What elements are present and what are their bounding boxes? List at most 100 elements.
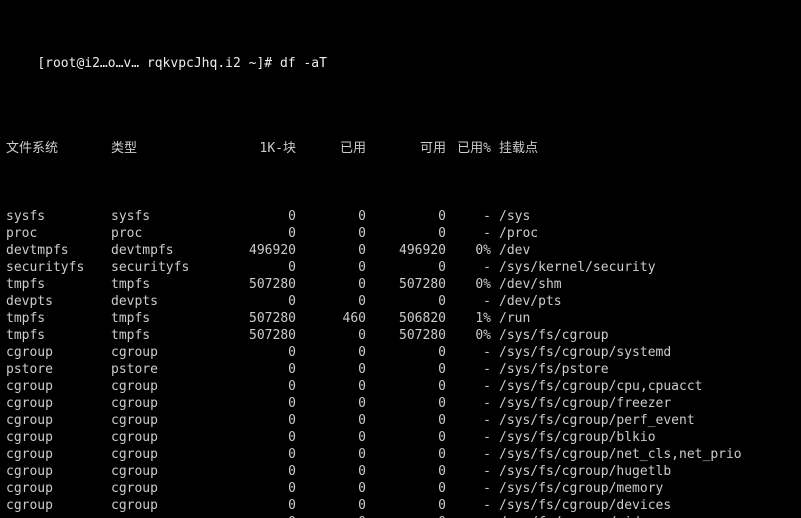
cell-use-pct: - [446,361,491,378]
cell-filesystem: proc [6,225,111,242]
cell-mount: /sys/fs/cgroup/net_cls,net_prio [491,446,742,463]
cell-1k-blocks: 0 [216,497,296,514]
table-row: securityfssecurityfs000-/sys/kernel/secu… [6,259,795,276]
cell-1k-blocks: 0 [216,361,296,378]
table-row: cgroupcgroup000-/sys/fs/cgroup/memory [6,480,795,497]
cell-type: cgroup [111,395,216,412]
cell-type: cgroup [111,463,216,480]
cell-1k-blocks: 0 [216,480,296,497]
cell-use-pct: - [446,514,491,518]
cell-use-pct: - [446,259,491,276]
cell-mount: /run [491,310,530,327]
cell-mount: /sys/fs/pstore [491,361,609,378]
cell-type: pstore [111,361,216,378]
cell-mount: /sys/fs/cgroup/systemd [491,344,671,361]
cell-avail: 0 [366,395,446,412]
cell-mount: /sys/fs/cgroup/perf_event [491,412,695,429]
prompt-user-host: [root@i2…o…v… rqkvpcJhq.i2 ~]# [37,56,272,71]
cell-filesystem: cgroup [6,480,111,497]
cell-1k-blocks: 0 [216,259,296,276]
hdr-used: 已用 [296,140,366,157]
cell-mount: /sys/fs/cgroup/hugetlb [491,463,671,480]
cell-used: 0 [296,480,366,497]
hdr-filesystem: 文件系统 [6,140,111,157]
cell-use-pct: - [446,497,491,514]
cell-avail: 0 [366,480,446,497]
hdr-type: 类型 [111,140,216,157]
cell-type: cgroup [111,344,216,361]
cell-used: 0 [296,514,366,518]
cell-used: 0 [296,497,366,514]
cell-1k-blocks: 0 [216,514,296,518]
cell-filesystem: sysfs [6,208,111,225]
cell-filesystem: cgroup [6,344,111,361]
table-row: cgroupcgroup000-/sys/fs/cgroup/hugetlb [6,463,795,480]
table-row: cgroupcgroup000-/sys/fs/cgroup/blkio [6,429,795,446]
hdr-mount: 挂载点 [491,140,538,157]
cell-used: 0 [296,446,366,463]
cell-mount: /sys/fs/cgroup/cpu,cpuacct [491,378,703,395]
cell-filesystem: tmpfs [6,327,111,344]
cell-avail: 0 [366,514,446,518]
cell-used: 0 [296,361,366,378]
cell-used: 0 [296,378,366,395]
cell-avail: 0 [366,378,446,395]
prompt-command: df -aT [280,56,327,71]
cell-avail: 0 [366,293,446,310]
cell-type: devtmpfs [111,242,216,259]
table-row: devtmpfsdevtmpfs49692004969200%/dev [6,242,795,259]
cell-avail: 507280 [366,276,446,293]
cell-type: proc [111,225,216,242]
cell-avail: 507280 [366,327,446,344]
cell-1k-blocks: 0 [216,208,296,225]
cell-1k-blocks: 507280 [216,276,296,293]
table-row: cgroupcgroup000-/sys/fs/cgroup/devices [6,497,795,514]
cell-use-pct: - [446,429,491,446]
cell-type: cgroup [111,514,216,518]
cell-mount: /sys/fs/cgroup/pids [491,514,648,518]
cell-type: tmpfs [111,327,216,344]
cell-mount: /sys [491,208,530,225]
table-row: sysfssysfs000-/sys [6,208,795,225]
cell-use-pct: - [446,344,491,361]
table-row: tmpfstmpfs50728005072800%/sys/fs/cgroup [6,327,795,344]
cell-avail: 0 [366,463,446,480]
cell-mount: /sys/fs/cgroup [491,327,609,344]
hdr-1k-blocks: 1K-块 [216,140,296,157]
cell-type: sysfs [111,208,216,225]
cell-filesystem: cgroup [6,429,111,446]
cell-avail: 0 [366,429,446,446]
cell-avail: 0 [366,259,446,276]
cell-avail: 0 [366,361,446,378]
cell-use-pct: - [446,395,491,412]
terminal[interactable]: [root@i2…o…v… rqkvpcJhq.i2 ~]# df -aT 文件… [0,0,801,518]
table-row: cgroupcgroup000-/sys/fs/cgroup/net_cls,n… [6,446,795,463]
cell-avail: 0 [366,208,446,225]
cell-use-pct: - [446,208,491,225]
cell-use-pct: 0% [446,242,491,259]
cell-use-pct: - [446,463,491,480]
cell-type: cgroup [111,378,216,395]
cell-used: 0 [296,463,366,480]
cell-used: 0 [296,395,366,412]
table-row: devptsdevpts000-/dev/pts [6,293,795,310]
table-row: procproc000-/proc [6,225,795,242]
cell-use-pct: - [446,412,491,429]
cell-used: 0 [296,225,366,242]
cell-1k-blocks: 0 [216,446,296,463]
cell-mount: /proc [491,225,538,242]
cell-mount: /dev/shm [491,276,562,293]
cell-filesystem: cgroup [6,395,111,412]
cell-1k-blocks: 507280 [216,327,296,344]
cell-filesystem: pstore [6,361,111,378]
cell-1k-blocks: 507280 [216,310,296,327]
cell-mount: /sys/fs/cgroup/freezer [491,395,671,412]
cell-avail: 506820 [366,310,446,327]
cell-used: 0 [296,327,366,344]
cell-avail: 0 [366,344,446,361]
table-row: tmpfstmpfs50728005072800%/dev/shm [6,276,795,293]
table-row: cgroupcgroup000-/sys/fs/cgroup/cpu,cpuac… [6,378,795,395]
cell-1k-blocks: 496920 [216,242,296,259]
cell-mount: /dev [491,242,530,259]
cell-filesystem: cgroup [6,446,111,463]
